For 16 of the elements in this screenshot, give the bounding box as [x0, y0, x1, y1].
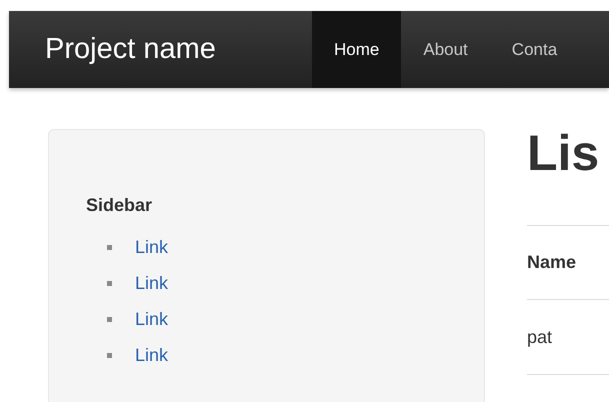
brand-link[interactable]: Project name [45, 28, 216, 72]
nav-tab[interactable]: Conta [490, 11, 580, 88]
sidebar-link[interactable]: Link [135, 234, 168, 260]
bullet-icon [107, 316, 112, 322]
bullet-icon [107, 244, 112, 250]
table-cell-text: pat [527, 326, 552, 349]
bullet-icon [107, 280, 112, 286]
nav-tab[interactable]: Home [312, 11, 402, 88]
bullet-icon [107, 352, 112, 358]
sidebar-link[interactable]: Link [135, 306, 168, 332]
sidebar-heading: Sidebar [86, 194, 152, 217]
nav-tab[interactable]: About [401, 11, 490, 88]
column-header: Name [527, 251, 576, 274]
sidebar-link[interactable]: Link [135, 342, 168, 368]
page-heading: Lis [527, 124, 600, 183]
sidebar-link[interactable]: Link [135, 270, 168, 296]
